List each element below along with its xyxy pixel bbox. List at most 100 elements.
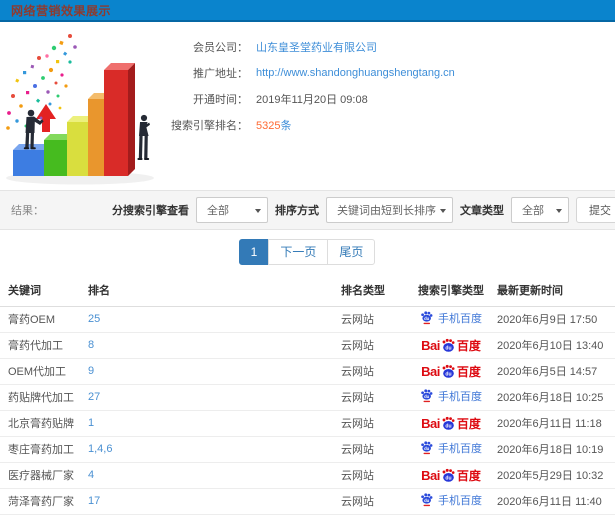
rank-link[interactable]: 1,4,6 [88,443,112,455]
search-engine-logo: du 手机百度 Bai du 百度 [420,492,482,508]
update-time-cell: 2020年6月10日 13:40 [497,332,615,359]
chevron-down-icon [255,209,261,213]
search-engine-logo: du 手机百度 Bai du 百度 [420,440,482,456]
rank-link[interactable]: 17 [88,495,100,507]
rank-link[interactable]: 27 [88,391,100,403]
baidu-bai-text: Bai [421,363,440,379]
baidu-bai-text: Bai [421,415,440,431]
page-button-current[interactable]: 1 [238,239,270,265]
search-engine-logo: du 手机百度 Bai du 百度 [421,415,481,432]
keyword-ranking-table: 关键词 排名 排名类型 搜索引擎类型 最新更新时间 膏药OEM 25 云网站 d… [0,274,615,515]
baidu-logo: Bai du 百度 [421,363,481,380]
engine-type-cell: du 手机百度 Bai du 百度 [405,306,497,333]
mobile-baidu-label: 手机百度 [438,312,482,325]
sort-filter-select[interactable]: 关键词由短到长排序 [326,197,453,223]
engine-type-cell: du 手机百度 Bai du 百度 [405,384,497,411]
member-info-fields: 会员公司： 山东皇圣堂药业有限公司 推广地址： http://www.shand… [171,22,615,190]
baidu-suffix-text: 百度 [456,364,481,379]
update-time-cell: 2020年6月9日 17:50 [497,306,615,333]
rank-cell: 25 [88,306,341,333]
mobile-baidu-label: 手机百度 [438,494,482,507]
rank-link[interactable]: 8 [88,339,94,351]
search-engine-logo: du 手机百度 Bai du 百度 [421,467,481,484]
rank-type-cell: 云网站 [341,332,405,359]
keyword-cell: 膏药OEM [0,306,88,333]
search-engine-logo: du 手机百度 Bai du 百度 [420,310,482,326]
rank-cell: 8 [88,332,341,359]
search-engine-logo: du 手机百度 Bai du 百度 [421,363,481,380]
open-time-label: 开通时间： [193,94,248,106]
promo-url-link[interactable]: http://www.shandonghuangshengtang.cn [256,67,455,79]
search-engine-logo: du 手机百度 Bai du 百度 [420,388,482,404]
search-engine-logo: du 手机百度 Bai du 百度 [421,337,481,354]
type-filter-label: 文章类型 [460,205,504,217]
header-rank: 排名 [88,274,341,307]
baidu-logo: Bai du 百度 [421,415,481,432]
rank-cell: 1,4,6 [88,436,341,463]
table-row: 北京膏药贴牌 1 云网站 du 手机百度 [0,410,615,437]
baidu-paw-icon: du [442,416,455,430]
rank-type-cell: 云网站 [341,462,405,489]
svg-text:du: du [445,345,451,351]
update-time-cell: 2020年6月11日 11:18 [497,410,615,437]
next-page-button[interactable]: 下一页 [268,239,329,265]
rank-link[interactable]: 1 [88,417,94,429]
growth-chart-illustration [0,22,185,190]
submit-button[interactable]: 提交 [576,197,615,223]
table-row: 菏泽膏药厂家 17 云网站 du 手机百度 2020年6月11日 11:40 [0,488,615,515]
mobile-baidu-logo: du 手机百度 [420,310,482,326]
company-label: 会员公司： [193,42,248,54]
update-time-cell: 2020年6月18日 10:19 [497,436,615,463]
table-row: 枣庄膏药加工 1,4,6 云网站 du 手机百度 2020年6月18日 10:1… [0,436,615,463]
update-time-cell: 2020年6月11日 11:40 [497,488,615,515]
mobile-baidu-label: 手机百度 [438,442,482,455]
promo-url-label: 推广地址： [193,68,248,80]
baidu-bai-text: Bai [421,337,440,353]
engine-type-cell: du 手机百度 Bai du 百度 [405,410,497,437]
type-filter-select[interactable]: 全部 [511,197,569,223]
marketing-report-page: 网络营销效果展示 会员公司： 山东皇圣堂药业有限公司 推广地址： http://… [0,0,615,520]
baidu-suffix-text: 百度 [456,416,481,431]
svg-text:du: du [424,394,430,399]
rank-type-cell: 云网站 [341,306,405,333]
engine-type-cell: du 手机百度 Bai du 百度 [405,436,497,463]
rank-count-value: 5325条 [256,120,292,132]
svg-text:du: du [445,475,451,481]
engine-type-cell: du 手机百度 Bai du 百度 [405,358,497,385]
update-time-cell: 2020年6月5日 14:57 [497,358,615,385]
rank-cell: 27 [88,384,341,411]
engine-type-cell: du 手机百度 Bai du 百度 [405,332,497,359]
rank-type-cell: 云网站 [341,384,405,411]
rank-cell: 1 [88,410,341,437]
header-update-time: 最新更新时间 [497,274,615,307]
filter-controls: 分搜索引擎查看 全部 排序方式 关键词由短到长排序 文章类型 全部 提交 [112,197,615,223]
open-time-value: 2019年11月20日 09:08 [256,94,368,106]
last-page-button[interactable]: 尾页 [327,239,376,265]
rank-cell: 9 [88,358,341,385]
rank-cell: 4 [88,462,341,489]
title-bar: 网络营销效果展示 [0,0,615,22]
company-link[interactable]: 山东皇圣堂药业有限公司 [256,39,377,55]
rank-link[interactable]: 9 [88,365,94,377]
info-row-company: 会员公司： 山东皇圣堂药业有限公司 [185,34,615,60]
table-header-row: 关键词 排名 排名类型 搜索引擎类型 最新更新时间 [0,274,615,307]
mobile-baidu-logo: du 手机百度 [420,440,482,456]
engine-filter-select[interactable]: 全部 [196,197,268,223]
baidu-paw-icon: du [421,441,433,455]
sort-filter-label: 排序方式 [275,205,319,217]
table-row: OEM代加工 9 云网站 du 手机百度 [0,358,615,385]
keyword-cell: 菏泽膏药厂家 [0,488,88,515]
chevron-down-icon [556,209,562,213]
baidu-paw-icon: du [421,493,433,507]
baidu-logo: Bai du 百度 [421,337,481,354]
info-row-url: 推广地址： http://www.shandonghuangshengtang.… [185,60,615,86]
keyword-cell: 北京膏药贴牌 [0,410,88,437]
baidu-paw-icon: du [442,364,455,378]
rank-cell: 17 [88,488,341,515]
rank-link[interactable]: 4 [88,469,94,481]
baidu-paw-icon: du [421,311,433,325]
rank-count-label: 搜索引擎排名： [171,120,248,132]
svg-text:du: du [424,316,430,321]
rank-type-cell: 云网站 [341,488,405,515]
rank-link[interactable]: 25 [88,313,100,325]
